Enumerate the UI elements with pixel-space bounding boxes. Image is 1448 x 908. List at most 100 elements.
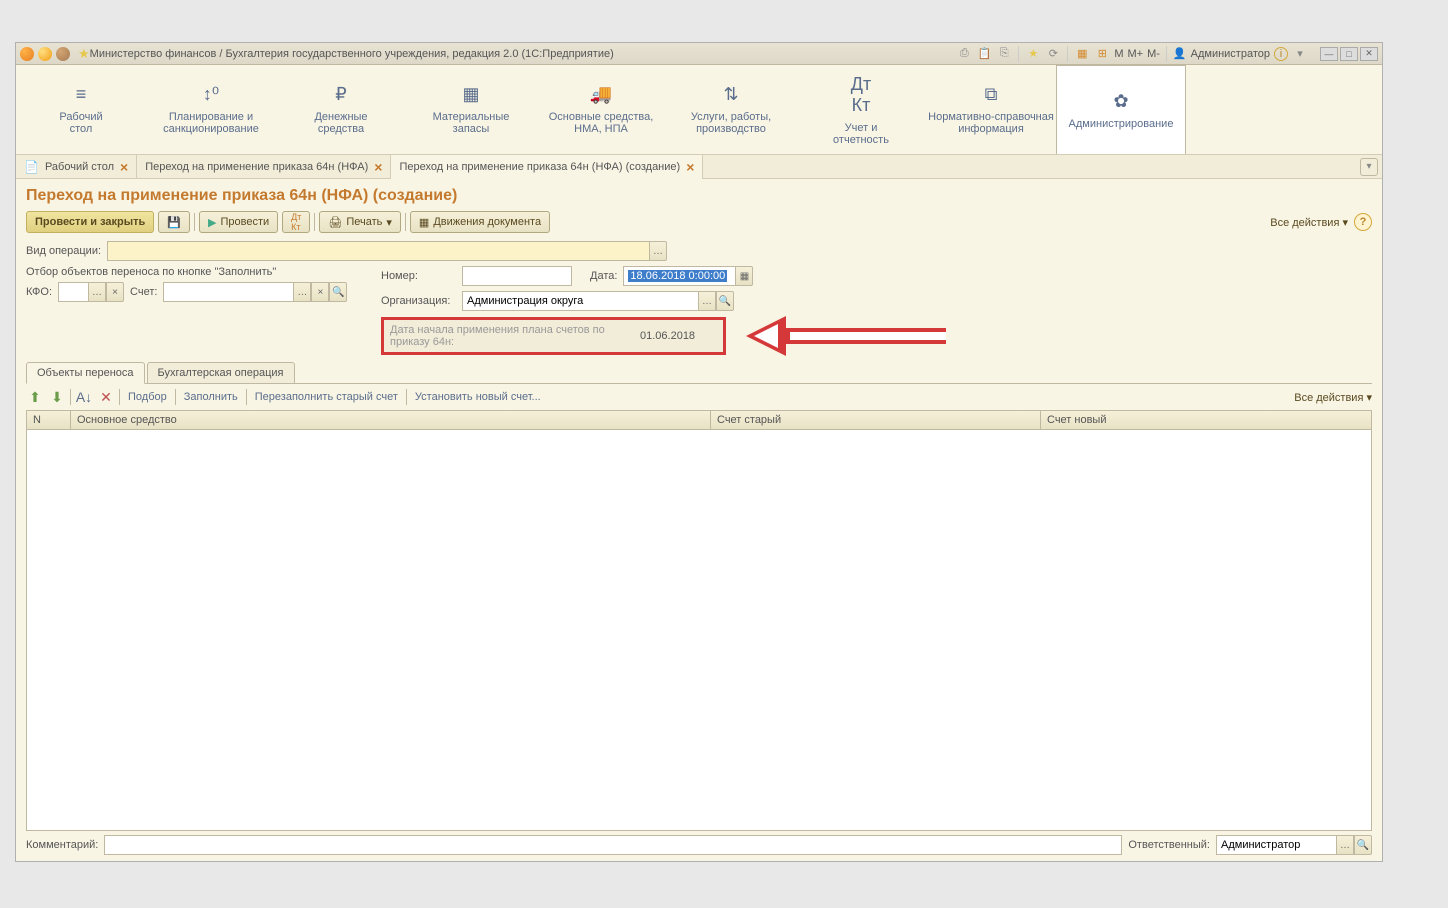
history-icon[interactable]: ⟳: [1045, 46, 1061, 62]
navitem-planning[interactable]: ↕⁰ Планирование и санкционирование: [146, 65, 276, 154]
m-label[interactable]: M: [1114, 48, 1123, 60]
table-icon: ▦: [419, 216, 429, 229]
search-button[interactable]: 🔍: [329, 282, 347, 302]
dropdown-icon[interactable]: ▾: [1292, 46, 1308, 62]
info-icon[interactable]: i: [1274, 47, 1288, 61]
tab-close-icon[interactable]: ×: [374, 159, 382, 175]
clipboard-icon[interactable]: 📋: [976, 46, 992, 62]
number-label: Номер:: [381, 270, 456, 282]
delete-icon[interactable]: ✕: [97, 388, 115, 406]
navitem-admin[interactable]: ✿ Администрирование: [1056, 65, 1186, 154]
calendar-button[interactable]: ▦: [735, 266, 753, 286]
user-icon: 👤: [1173, 47, 1187, 60]
fill-button[interactable]: Заполнить: [180, 389, 242, 405]
tab-overflow-button[interactable]: ▾: [1360, 158, 1378, 176]
navitem-cash[interactable]: ₽ Денежные средства: [276, 65, 406, 154]
tab-close-icon[interactable]: ×: [120, 159, 128, 175]
document-title: Переход на применение приказа 64н (НФА) …: [26, 187, 1372, 205]
set-new-button[interactable]: Установить новый счет...: [411, 389, 545, 405]
clear-button[interactable]: ×: [106, 282, 124, 302]
select-button[interactable]: …: [649, 241, 667, 261]
org-input[interactable]: [462, 291, 698, 311]
dtkt-icon: ДтКт: [291, 212, 301, 232]
clear-button[interactable]: ×: [311, 282, 329, 302]
select-button[interactable]: …: [1336, 835, 1354, 855]
refill-button[interactable]: Перезаполнить старый счет: [251, 389, 402, 405]
favorite-star-icon[interactable]: ★: [78, 46, 90, 62]
select-button[interactable]: …: [88, 282, 106, 302]
calc-icon[interactable]: ▦: [1074, 46, 1090, 62]
menu-icon: ≡: [76, 84, 87, 105]
col-old-account[interactable]: Счет старый: [711, 411, 1041, 429]
current-user: Администратор: [1191, 48, 1270, 60]
close-button[interactable]: ✕: [1360, 47, 1378, 61]
move-up-icon[interactable]: ⬆: [26, 388, 44, 406]
sort-asc-icon[interactable]: A↓: [75, 388, 93, 406]
col-n[interactable]: N: [27, 411, 71, 429]
gear-icon: ✿: [1113, 91, 1128, 112]
navitem-desktop[interactable]: ≡ Рабочий стол: [16, 65, 146, 154]
pick-button[interactable]: Подбор: [124, 389, 171, 405]
movements-button[interactable]: ▦Движения документа: [410, 211, 550, 233]
sub-tabs: Объекты переноса Бухгалтерская операция: [26, 362, 1372, 384]
desktop-tab-icon: 📄: [24, 160, 39, 174]
annotation-arrow: [746, 316, 946, 356]
m-plus-label[interactable]: M+: [1128, 48, 1144, 60]
navitem-inventory[interactable]: ▦ Материальные запасы: [406, 65, 536, 154]
planning-icon: ↕⁰: [203, 84, 219, 105]
tab-transition-64n[interactable]: Переход на применение приказа 64н (НФА) …: [137, 155, 391, 179]
tab-bar: 📄 Рабочий стол × Переход на применение п…: [16, 155, 1382, 179]
table-body[interactable]: [27, 430, 1371, 830]
operation-type-input[interactable]: [107, 241, 649, 261]
account-input[interactable]: [163, 282, 293, 302]
navitem-reference[interactable]: ⧉ Нормативно-справочная информация: [926, 65, 1056, 154]
plan-date-label: Дата начала применения плана счетов по п…: [390, 324, 620, 348]
all-actions-button[interactable]: Все действия ▾: [1270, 216, 1348, 229]
maximize-button[interactable]: □: [1340, 47, 1358, 61]
col-main-asset[interactable]: Основное средство: [71, 411, 711, 429]
col-new-account[interactable]: Счет новый: [1041, 411, 1371, 429]
nav-fwd-icon[interactable]: [56, 47, 70, 61]
date-input[interactable]: 18.06.2018 0:00:00: [623, 266, 735, 286]
grid-icon: ▦: [462, 84, 479, 105]
minimize-button[interactable]: —: [1320, 47, 1338, 61]
number-input[interactable]: [462, 266, 572, 286]
search-button[interactable]: 🔍: [716, 291, 734, 311]
post-button[interactable]: ▶Провести: [199, 211, 278, 233]
window-title: Министерство финансов / Бухгалтерия госу…: [90, 48, 957, 60]
comment-input[interactable]: [104, 835, 1122, 855]
nav-back-icon[interactable]: [38, 47, 52, 61]
select-button[interactable]: …: [698, 291, 716, 311]
subtab-accounting[interactable]: Бухгалтерская операция: [147, 362, 295, 383]
star-icon[interactable]: ★: [1025, 46, 1041, 62]
filter-label: Отбор объектов переноса по кнопке "Запол…: [26, 266, 351, 278]
link-icon[interactable]: ⎘: [996, 46, 1012, 62]
save-button[interactable]: 💾: [158, 211, 190, 233]
org-label: Организация:: [381, 295, 456, 307]
print-icon[interactable]: ⎙: [956, 46, 972, 62]
system-menu-icon[interactable]: [20, 47, 34, 61]
select-button[interactable]: …: [293, 282, 311, 302]
m-minus-label[interactable]: M-: [1147, 48, 1160, 60]
document-content: Переход на применение приказа 64н (НФА) …: [16, 179, 1382, 839]
navitem-services[interactable]: ⇅ Услуги, работы, производство: [666, 65, 796, 154]
navitem-assets[interactable]: 🚚 Основные средства, НМА, НПА: [536, 65, 666, 154]
navitem-accounting[interactable]: ДтКт Учет и отчетность: [796, 65, 926, 154]
truck-icon: 🚚: [590, 84, 612, 105]
tab-desktop[interactable]: 📄 Рабочий стол ×: [16, 155, 137, 179]
documents-icon: ⧉: [985, 84, 998, 105]
search-button[interactable]: 🔍: [1354, 835, 1372, 855]
dtkt-button[interactable]: ДтКт: [282, 211, 310, 233]
tab-transition-64n-create[interactable]: Переход на применение приказа 64н (НФА) …: [391, 155, 703, 179]
post-and-close-button[interactable]: Провести и закрыть: [26, 211, 154, 233]
kfo-input[interactable]: [58, 282, 88, 302]
table-all-actions-button[interactable]: Все действия ▾: [1294, 391, 1372, 404]
move-down-icon[interactable]: ⬇: [48, 388, 66, 406]
transfer-icon: ⇅: [723, 84, 738, 105]
responsible-input[interactable]: [1216, 835, 1336, 855]
tab-close-icon[interactable]: ×: [686, 159, 694, 175]
subtab-objects[interactable]: Объекты переноса: [26, 362, 145, 384]
help-icon[interactable]: ?: [1354, 213, 1372, 231]
calendar-icon[interactable]: ⊞: [1094, 46, 1110, 62]
print-button[interactable]: 🖨Печать▾: [319, 211, 401, 233]
